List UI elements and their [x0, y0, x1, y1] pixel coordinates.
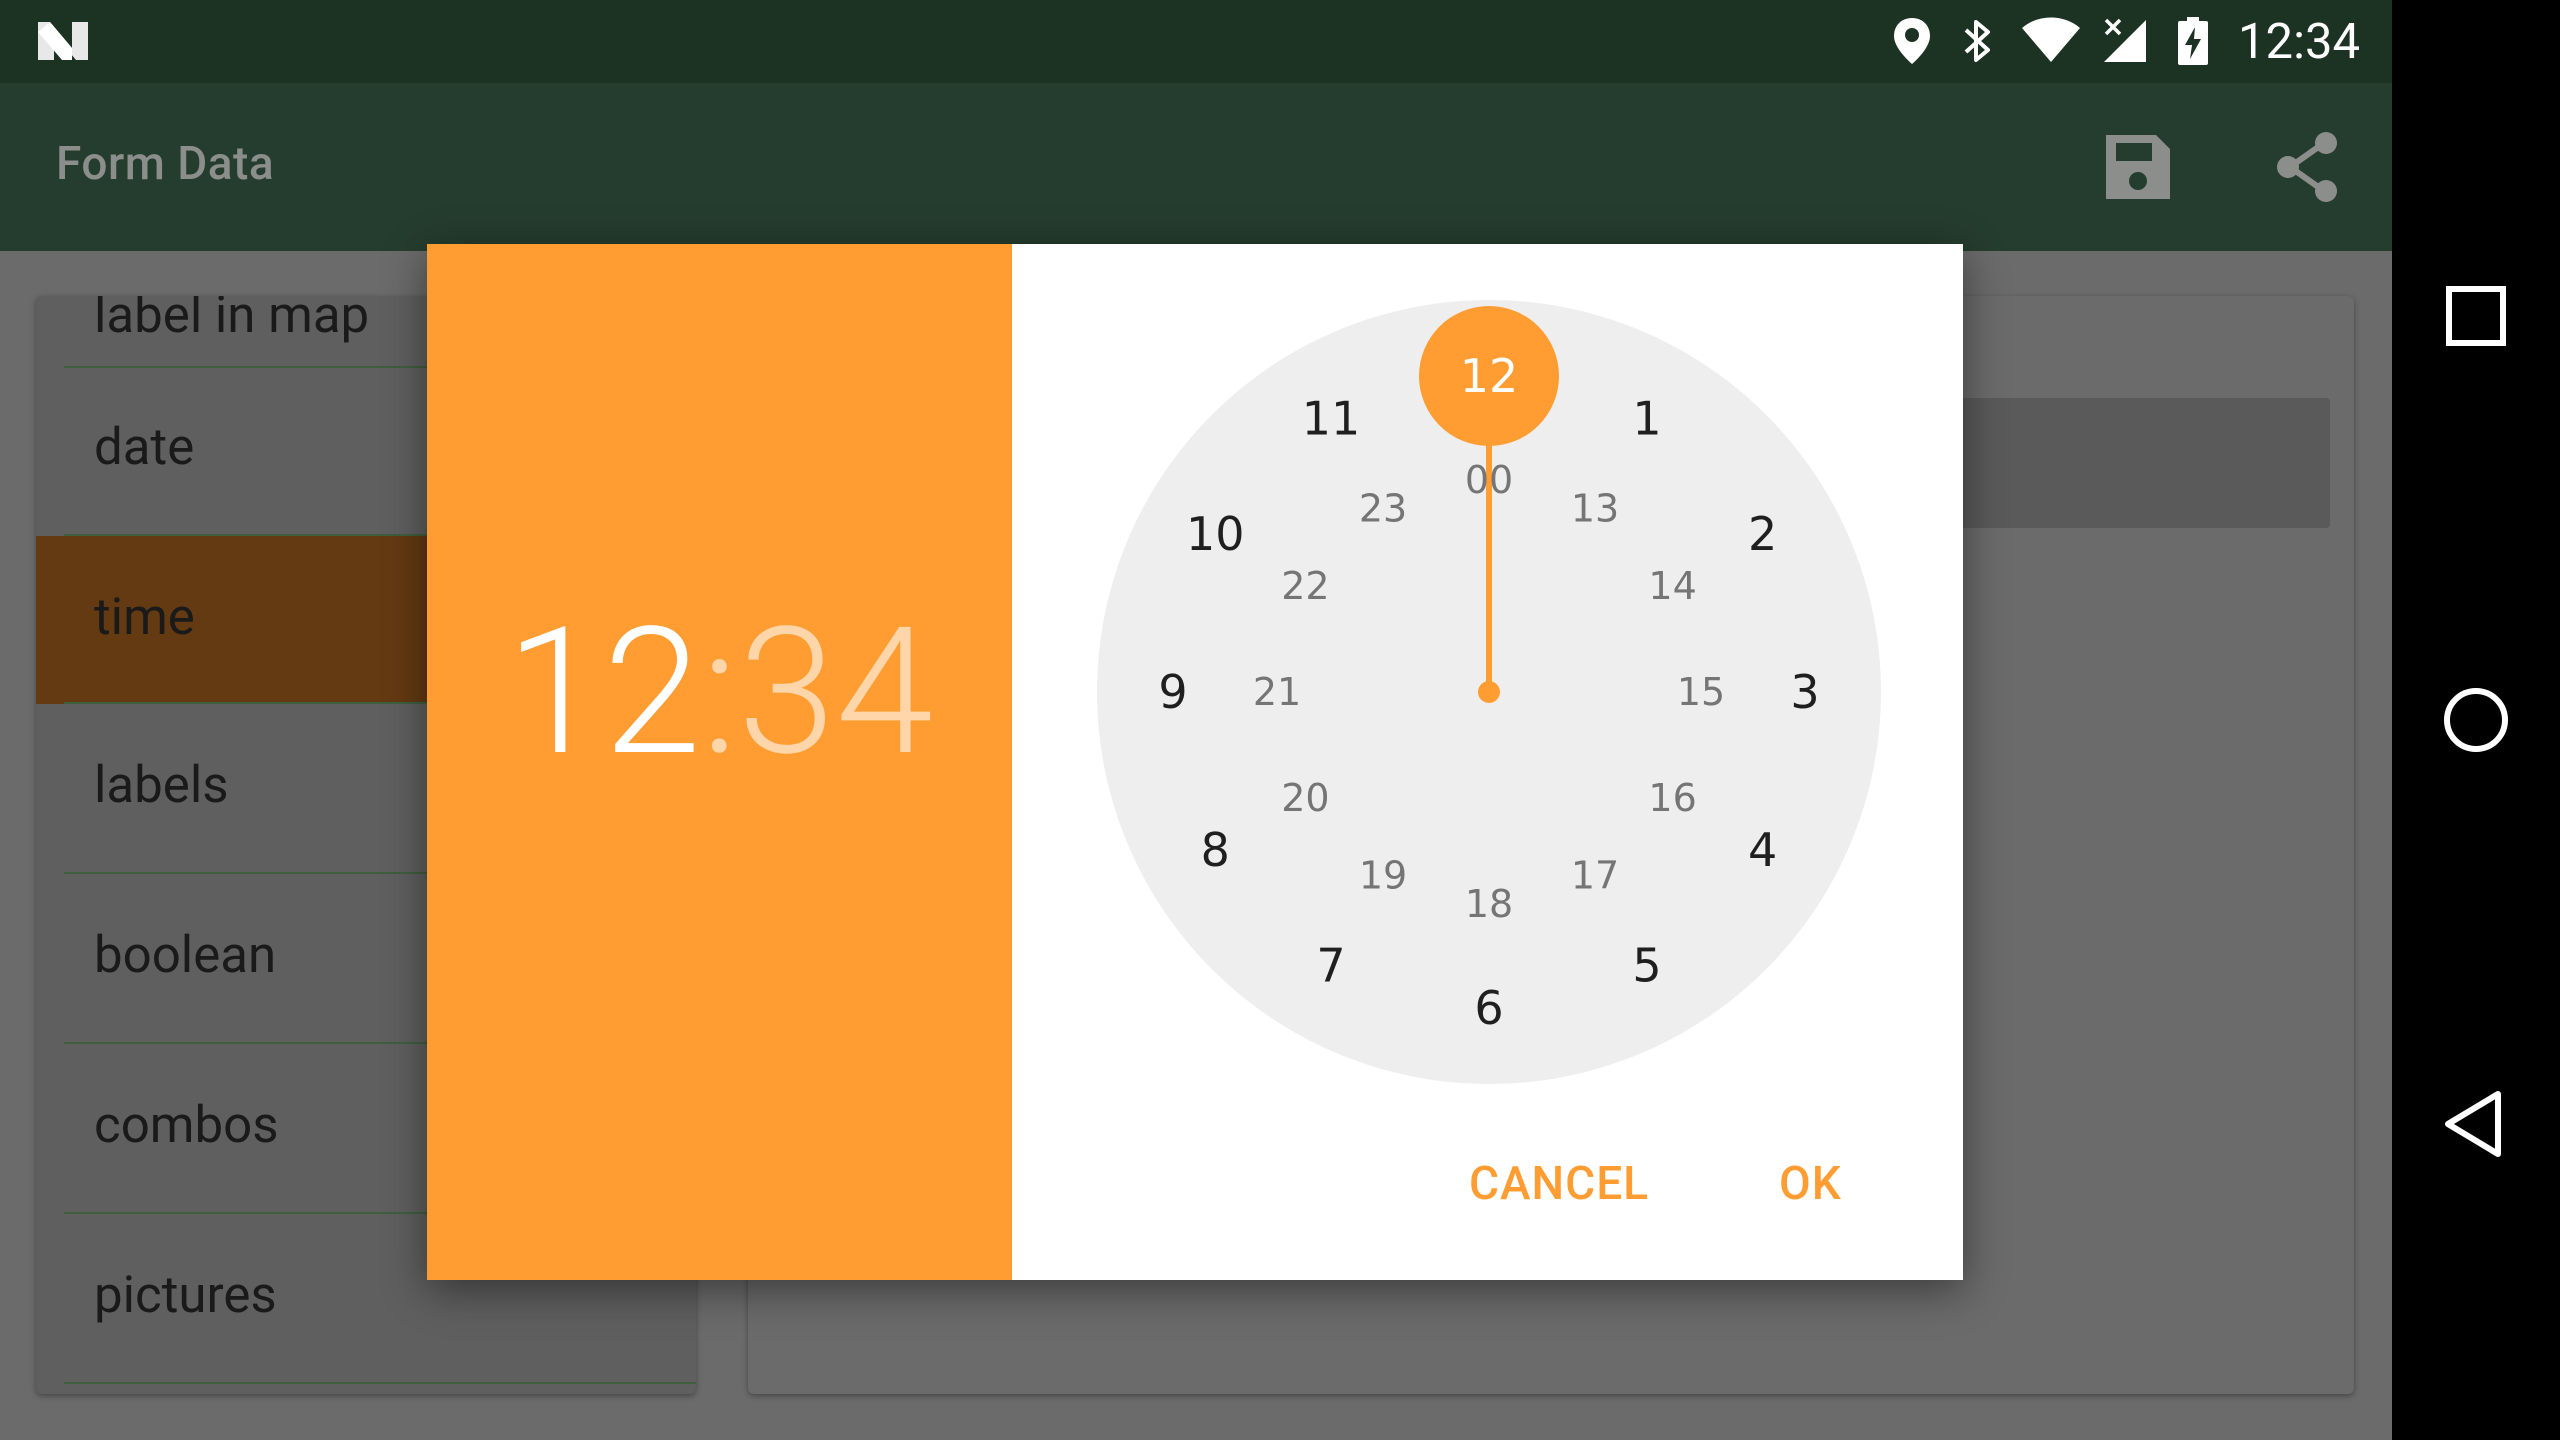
inner-hour-18[interactable]: 18 — [1465, 882, 1513, 926]
outer-hour-12[interactable]: 12 — [1460, 349, 1519, 403]
outer-hour-11[interactable]: 11 — [1302, 391, 1361, 445]
inner-hour-23[interactable]: 23 — [1359, 486, 1407, 530]
outer-hour-10[interactable]: 10 — [1186, 507, 1245, 561]
app-title: Form Data — [56, 137, 275, 191]
minute-display[interactable]: 34 — [738, 604, 933, 780]
time-separator: : — [701, 589, 738, 795]
cancel-button[interactable]: CANCEL — [1451, 1144, 1667, 1224]
status-bar: 12:34 — [0, 0, 2392, 83]
inner-hour-17[interactable]: 17 — [1571, 854, 1619, 898]
save-icon[interactable] — [2100, 129, 2176, 205]
list-item-label: label in map — [94, 296, 370, 345]
wifi-icon — [2022, 17, 2080, 62]
navigation-bar — [2392, 0, 2560, 1440]
battery-charging-icon — [2178, 17, 2208, 65]
outer-hour-3[interactable]: 3 — [1790, 665, 1819, 719]
clock-face[interactable]: 121234567891011001314151617181920212223 — [1097, 300, 1881, 1084]
outer-hour-6[interactable]: 6 — [1474, 981, 1503, 1035]
divider — [64, 1382, 696, 1384]
home-icon[interactable] — [2430, 674, 2522, 766]
inner-hour-21[interactable]: 21 — [1253, 670, 1301, 714]
list-item-label: labels — [94, 756, 229, 815]
outer-hour-1[interactable]: 1 — [1632, 391, 1661, 445]
inner-hour-14[interactable]: 14 — [1648, 564, 1696, 608]
inner-hour-22[interactable]: 22 — [1281, 564, 1329, 608]
selected-time-display: 12:34 — [427, 604, 1012, 780]
inner-hour-13[interactable]: 13 — [1571, 486, 1619, 530]
outer-hour-2[interactable]: 2 — [1748, 507, 1777, 561]
app-bar: Form Data — [0, 83, 2392, 251]
time-picker-header: 12:34 — [427, 244, 1012, 1280]
list-item-label: pictures — [94, 1266, 277, 1325]
bluetooth-icon — [1964, 20, 1990, 62]
clock-center-dot — [1478, 681, 1500, 703]
outer-hour-8[interactable]: 8 — [1201, 823, 1230, 877]
status-clock: 12:34 — [2238, 13, 2361, 70]
back-icon[interactable] — [2430, 1078, 2522, 1170]
ok-button[interactable]: OK — [1761, 1144, 1860, 1224]
outer-hour-4[interactable]: 4 — [1748, 823, 1777, 877]
outer-hour-7[interactable]: 7 — [1316, 939, 1345, 993]
list-item-label: combos — [94, 1096, 279, 1155]
outer-hour-5[interactable]: 5 — [1632, 939, 1661, 993]
cellular-no-signal-icon — [2104, 18, 2146, 62]
inner-hour-20[interactable]: 20 — [1281, 776, 1329, 820]
inner-hour-19[interactable]: 19 — [1359, 854, 1407, 898]
list-item-label: time — [94, 588, 195, 647]
inner-hour-15[interactable]: 15 — [1677, 670, 1725, 714]
location-icon — [1894, 18, 1930, 64]
n-logo-icon — [38, 22, 88, 60]
time-picker-dialog: 12:34 12 1 2 3 4 5 6 7 8 9 10 11 00 13 14 15 16 17 18 19 20 2… — [427, 244, 1963, 1280]
list-item-label: date — [94, 418, 195, 477]
recents-icon[interactable] — [2430, 270, 2522, 362]
list-item-label: boolean — [94, 926, 277, 985]
inner-hour-16[interactable]: 16 — [1648, 776, 1696, 820]
hour-display[interactable]: 12 — [506, 604, 701, 780]
inner-hour-00[interactable]: 00 — [1465, 458, 1513, 502]
share-icon[interactable] — [2270, 129, 2346, 205]
outer-hour-9[interactable]: 9 — [1158, 665, 1187, 719]
